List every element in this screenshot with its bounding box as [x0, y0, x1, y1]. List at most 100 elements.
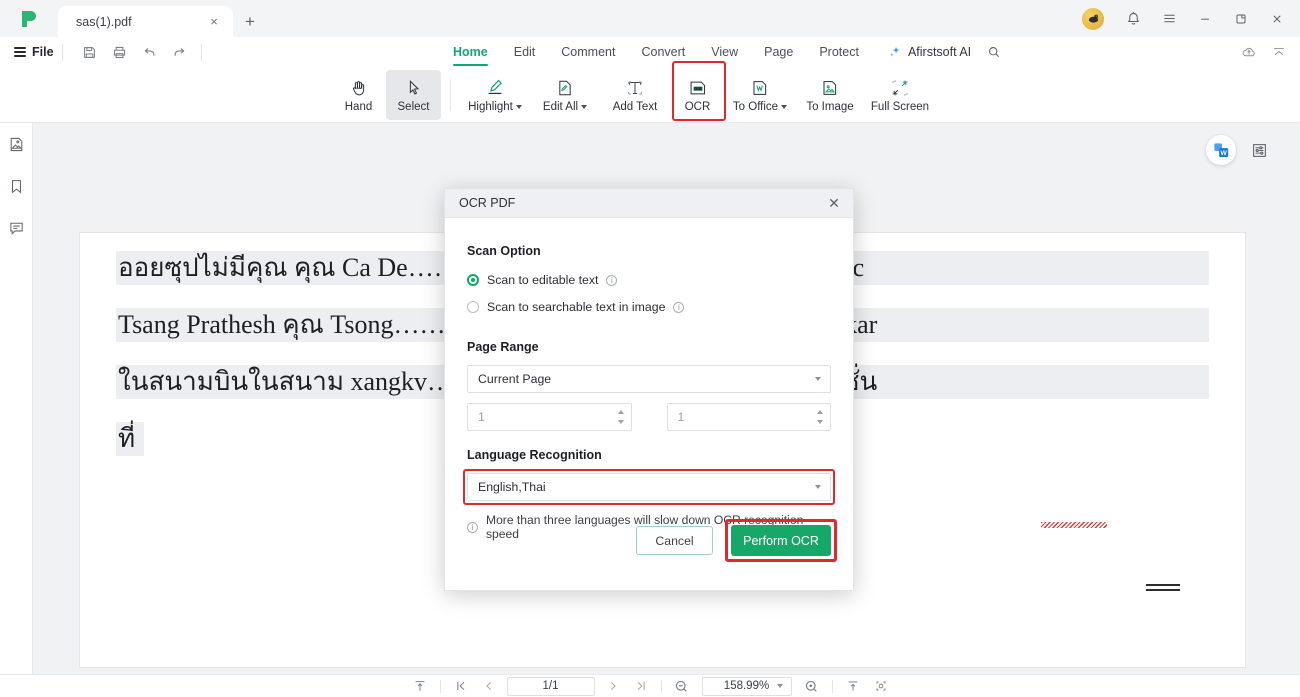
chevron-down-icon[interactable]: [515, 104, 522, 109]
stepper-up-icon[interactable]: [817, 410, 823, 414]
hamburger-icon: [14, 47, 26, 57]
chevron-down-icon[interactable]: [776, 684, 783, 688]
dialog-title: OCR PDF: [459, 196, 516, 210]
zoom-level-select[interactable]: 158.99%: [701, 676, 792, 696]
search-icon[interactable]: [981, 39, 1007, 65]
app-window: sas(1).pdf × + File Home Edit Comment Co…: [0, 0, 1300, 697]
ocr-dialog[interactable]: OCR PDF ✕ Scan Option Scan to editable t…: [444, 188, 854, 591]
divider: [831, 679, 833, 693]
page-indicator-input[interactable]: 1/1: [506, 676, 595, 696]
chevron-down-icon[interactable]: [815, 377, 821, 381]
info-icon[interactable]: i: [673, 301, 685, 313]
spellcheck-squiggle: [1041, 522, 1107, 528]
minimize-button[interactable]: [1188, 2, 1222, 36]
chevron-down-icon[interactable]: [581, 104, 588, 109]
redo-icon[interactable]: [167, 40, 193, 64]
tool-edit-all[interactable]: Edit All: [530, 70, 600, 120]
file-menu-label: File: [32, 45, 54, 59]
notifications-bell-icon[interactable]: [1116, 2, 1150, 36]
stepper-arrows[interactable]: [817, 404, 823, 430]
stepper-up-icon[interactable]: [617, 410, 624, 414]
tool-ocr[interactable]: OCR OCR: [670, 70, 725, 120]
first-page-icon[interactable]: [447, 676, 475, 697]
main-menu-icon[interactable]: [1152, 2, 1186, 36]
language-select[interactable]: English,Thai: [467, 473, 831, 501]
cancel-button[interactable]: Cancel: [636, 526, 713, 555]
tab-view[interactable]: View: [698, 37, 751, 67]
tool-label-text: Highlight: [468, 100, 513, 113]
chevron-down-icon[interactable]: [781, 104, 788, 109]
radio-scan-to-editable-text[interactable]: Scan to editable text i: [467, 269, 831, 291]
tool-to-image[interactable]: To Image: [795, 70, 865, 120]
tool-label: Edit All: [543, 101, 588, 113]
tool-full-screen[interactable]: Full Screen: [865, 70, 935, 120]
tool-label: To Office: [733, 101, 788, 113]
page-from-value: 1: [478, 410, 485, 424]
afirstsoft-ai-button[interactable]: Afirstsoft AI: [872, 45, 981, 59]
radio-scan-to-searchable-text[interactable]: Scan to searchable text in image i: [467, 296, 831, 318]
stepper-down-icon[interactable]: [617, 420, 624, 424]
svg-text:OCR: OCR: [694, 86, 702, 90]
info-icon[interactable]: i: [606, 274, 618, 286]
tab-protect[interactable]: Protect: [806, 37, 872, 67]
comment-icon[interactable]: [3, 215, 29, 241]
divider: [61, 43, 63, 61]
stepper-down-icon[interactable]: [817, 420, 823, 424]
collapse-ribbon-icon[interactable]: [1266, 39, 1292, 65]
radio-indicator[interactable]: [467, 274, 479, 286]
stepper-arrows[interactable]: [617, 404, 624, 430]
fit-page-icon[interactable]: [406, 676, 434, 697]
tab-edit[interactable]: Edit: [501, 37, 549, 67]
snapshot-icon[interactable]: [867, 676, 895, 697]
document-line: ที่: [116, 422, 144, 456]
avatar[interactable]: [1082, 7, 1104, 30]
perform-ocr-button[interactable]: Perform OCR: [731, 525, 831, 556]
cloud-upload-icon[interactable]: [1236, 39, 1262, 65]
chevron-down-icon[interactable]: [815, 485, 821, 489]
zoom-out-icon[interactable]: [668, 676, 696, 697]
close-icon[interactable]: ×: [205, 13, 223, 31]
print-icon[interactable]: [107, 40, 133, 64]
save-icon[interactable]: [77, 40, 103, 64]
prev-page-icon[interactable]: [475, 676, 503, 697]
edit-page-icon: [555, 77, 575, 98]
undo-icon[interactable]: [137, 40, 163, 64]
tool-to-office[interactable]: To Office: [725, 70, 795, 120]
text-underline: [1146, 584, 1180, 586]
properties-panel-icon[interactable]: [1248, 139, 1270, 161]
restore-button[interactable]: [1224, 2, 1258, 36]
highlighter-icon: [484, 77, 506, 98]
bookmark-icon[interactable]: [3, 173, 29, 199]
tool-highlight[interactable]: Highlight: [460, 70, 530, 120]
to-image-icon: [820, 77, 840, 98]
radio-indicator[interactable]: [467, 301, 479, 313]
tool-select[interactable]: Select: [386, 69, 441, 120]
close-icon[interactable]: ✕: [823, 192, 845, 214]
tool-hand[interactable]: Hand: [331, 70, 386, 120]
file-menu-button[interactable]: File: [14, 45, 54, 59]
tab-label: View: [711, 45, 739, 59]
page-from-stepper[interactable]: 1: [467, 403, 632, 431]
tab-convert[interactable]: Convert: [628, 37, 698, 67]
thumbnail-icon[interactable]: [3, 131, 29, 157]
new-tab-button[interactable]: +: [233, 6, 267, 37]
last-page-icon[interactable]: [627, 676, 655, 697]
tab-label: Page: [764, 45, 794, 59]
zoom-in-icon[interactable]: [798, 676, 826, 697]
quick-access-toolbar: [77, 40, 193, 64]
tab-comment[interactable]: Comment: [548, 37, 628, 67]
divider: [660, 679, 662, 693]
word-convert-icon[interactable]: W: [1206, 135, 1236, 165]
page-to-stepper[interactable]: 1: [666, 403, 831, 431]
fit-width-icon[interactable]: [839, 676, 867, 697]
tool-add-text[interactable]: Add Text: [600, 70, 670, 120]
language-recognition-heading: Language Recognition: [467, 448, 602, 462]
close-window-button[interactable]: [1260, 2, 1294, 36]
next-page-icon[interactable]: [599, 676, 627, 697]
tab-home[interactable]: Home: [440, 37, 501, 67]
document-tab[interactable]: sas(1).pdf ×: [58, 6, 233, 37]
page-range-select[interactable]: Current Page: [467, 365, 831, 393]
tab-page[interactable]: Page: [751, 37, 806, 67]
svg-text:W: W: [1220, 150, 1227, 157]
